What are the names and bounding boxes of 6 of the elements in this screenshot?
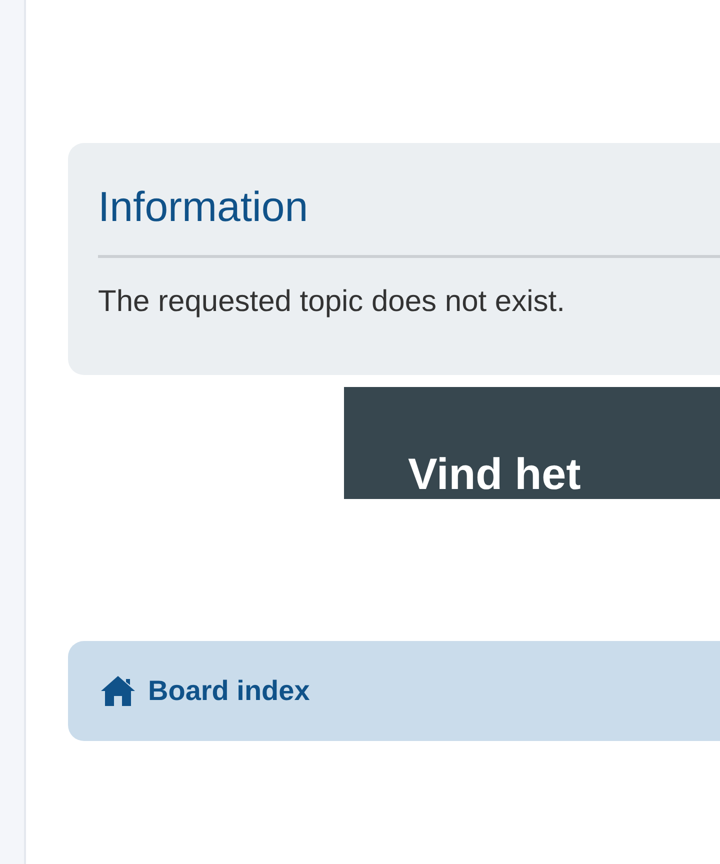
home-icon: [100, 675, 136, 707]
message-text: The requested topic does not exist.: [98, 284, 566, 320]
board-index-link[interactable]: Board index: [148, 675, 310, 707]
banner-text: Vind het: [408, 451, 581, 499]
ad-banner[interactable]: Vind het: [344, 387, 720, 499]
message-title: Information: [98, 182, 310, 232]
